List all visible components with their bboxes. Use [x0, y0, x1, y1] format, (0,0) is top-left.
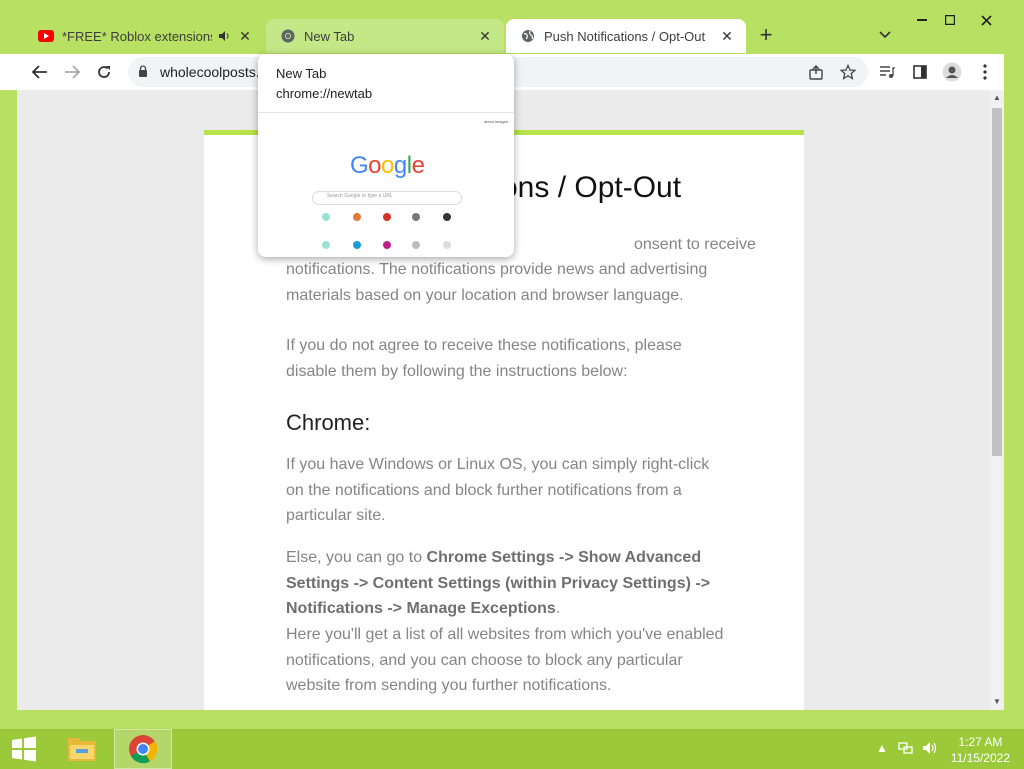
system-clock[interactable]: 1:27 AM 11/15/2022 [951, 734, 1010, 766]
thumbnail-search-placeholder: Search Google or type a URL [327, 193, 393, 199]
intro-paragraph: notifications. The notifications provide… [286, 261, 708, 304]
maximize-button[interactable] [936, 10, 964, 30]
shortcut-icon [383, 241, 391, 249]
chrome-icon [280, 28, 296, 44]
close-tab-icon[interactable]: ✕ [718, 27, 736, 45]
speaker-icon[interactable] [218, 30, 230, 42]
settings-suffix: . [555, 600, 561, 617]
volume-icon[interactable] [922, 740, 938, 759]
page-scrollbar[interactable]: ▲ ▼ [990, 90, 1004, 710]
browser-window: *FREE* Roblox extensions *Y ✕ New Tab ✕ … [0, 0, 1024, 728]
scroll-down-arrow-icon[interactable]: ▼ [990, 694, 1004, 708]
start-button[interactable] [0, 729, 48, 769]
tab-new-tab[interactable]: New Tab ✕ [266, 19, 504, 53]
tab-label: New Tab [304, 28, 355, 44]
lock-icon[interactable] [138, 65, 148, 83]
shortcut-icon [322, 241, 330, 249]
show-hidden-icons-button[interactable]: ▲ [876, 741, 888, 755]
share-icon[interactable] [805, 61, 827, 83]
back-button[interactable] [29, 61, 51, 83]
tab-search-chevron-icon[interactable] [876, 26, 894, 44]
hover-card-thumbnail: about images Google Search Google or typ… [258, 112, 514, 257]
profile-avatar-icon[interactable] [941, 61, 963, 83]
thumbnail-search-box: Search Google or type a URL [312, 191, 462, 205]
hover-card-title: New Tab [276, 66, 327, 81]
tab-roblox-extensions[interactable]: *FREE* Roblox extensions *Y ✕ [24, 19, 264, 53]
forward-button[interactable] [61, 61, 83, 83]
right-click-paragraph: If you have Windows or Linux OS, you can… [286, 456, 710, 524]
thumbnail-top-links: about images [483, 119, 508, 124]
clock-time: 1:27 AM [958, 735, 1003, 749]
media-control-icon[interactable] [876, 61, 898, 83]
close-tab-icon[interactable]: ✕ [236, 27, 254, 45]
page-title: ons / Opt-Out [501, 171, 682, 204]
youtube-icon [38, 28, 54, 44]
tab-strip: *FREE* Roblox extensions *Y ✕ New Tab ✕ … [0, 0, 1024, 54]
shortcut-icon [322, 213, 330, 221]
add-shortcut-icon [443, 241, 451, 249]
bookmark-star-icon[interactable] [837, 61, 859, 83]
shortcut-icon [412, 241, 420, 249]
intro-paragraph-fragment: onsent to receive [634, 236, 756, 253]
network-icon[interactable] [898, 740, 914, 759]
close-tab-icon[interactable]: ✕ [476, 27, 494, 45]
new-tab-button[interactable]: + [755, 22, 777, 47]
shortcut-icon [353, 213, 361, 221]
scrollbar-thumb[interactable] [992, 108, 1002, 456]
scroll-up-arrow-icon[interactable]: ▲ [990, 90, 1004, 104]
minimize-button[interactable] [908, 10, 936, 30]
exceptions-paragraph: Here you'll get a list of all websites f… [286, 626, 724, 694]
menu-kebab-icon[interactable] [974, 61, 996, 83]
chrome-taskbar-icon[interactable] [114, 729, 172, 769]
reload-button[interactable] [93, 61, 115, 83]
settings-prefix: Else, you can go to [286, 549, 427, 566]
shortcut-icon [383, 213, 391, 221]
shortcut-icon [353, 241, 361, 249]
tab-label: *FREE* Roblox extensions *Y [62, 28, 212, 44]
chrome-heading: Chrome: [286, 410, 371, 435]
shortcut-icon [443, 213, 451, 221]
globe-icon [520, 28, 536, 44]
side-panel-icon[interactable] [909, 61, 931, 83]
close-window-button[interactable] [972, 10, 1000, 30]
taskbar: ▲ 1:27 AM 11/15/2022 [0, 728, 1024, 769]
tab-push-notifications[interactable]: Push Notifications / Opt-Out ✕ [506, 19, 746, 53]
settings-paragraph: Else, you can go to Chrome Settings -> S… [286, 545, 726, 622]
disable-paragraph: If you do not agree to receive these not… [286, 337, 682, 380]
url-text: wholecoolposts. [160, 64, 260, 80]
clock-date: 11/15/2022 [950, 751, 1010, 765]
tab-label: Push Notifications / Opt-Out [544, 28, 706, 44]
tab-hover-card: New Tab chrome://newtab about images Goo… [258, 54, 514, 257]
google-logo: Google [350, 152, 425, 179]
shortcut-icon [412, 213, 420, 221]
hover-card-url: chrome://newtab [276, 86, 373, 101]
file-explorer-icon[interactable] [58, 729, 106, 769]
